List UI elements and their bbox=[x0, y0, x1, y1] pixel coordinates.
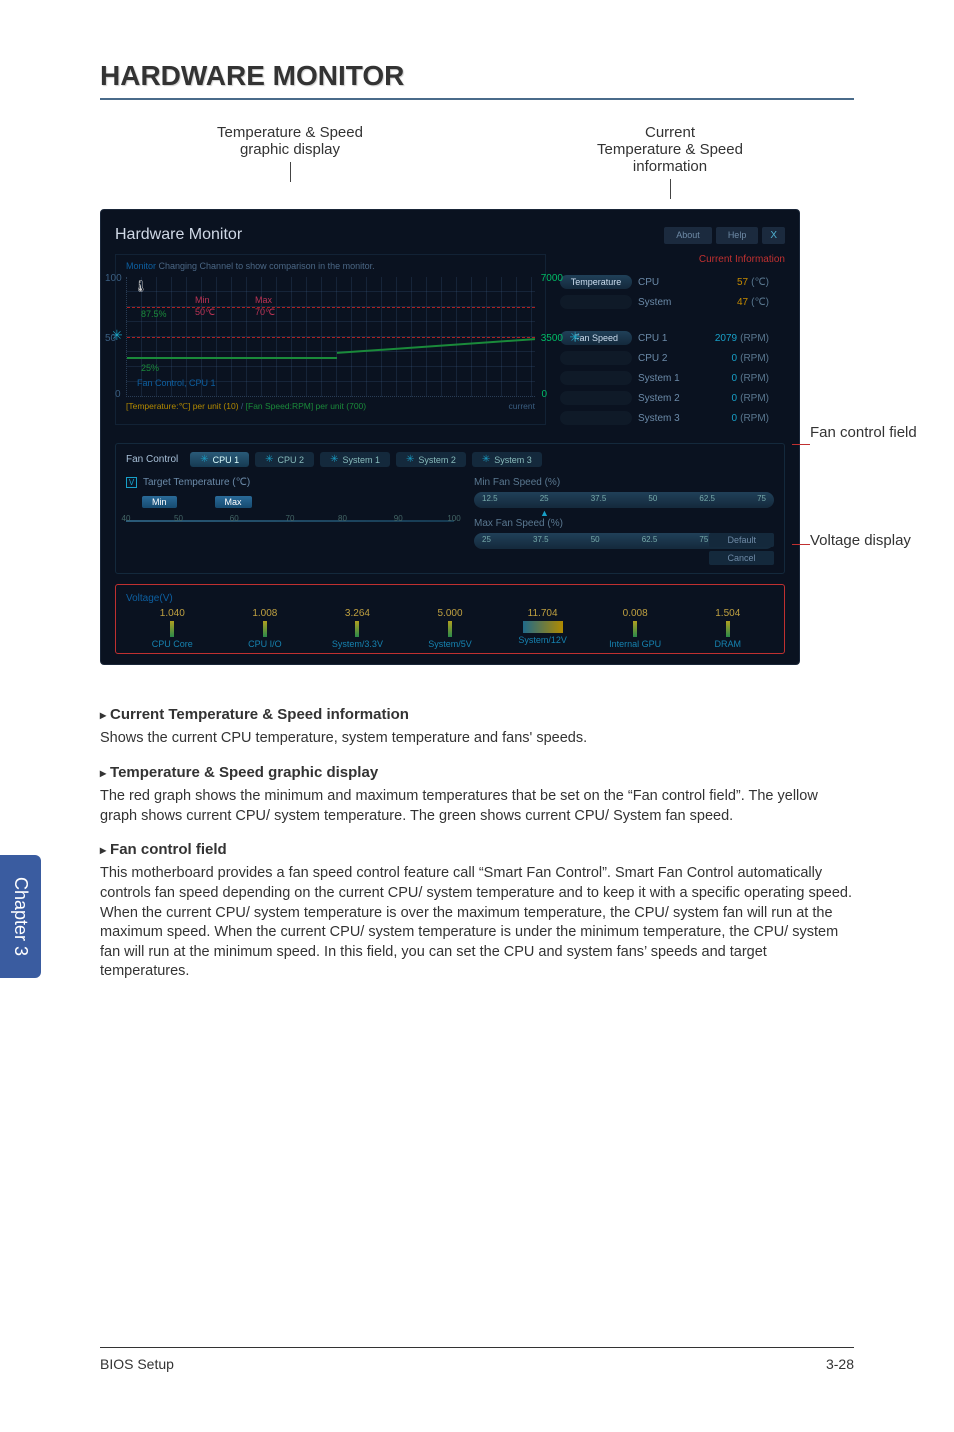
temperature-pill[interactable]: Temperature bbox=[560, 275, 632, 289]
default-button[interactable]: Default bbox=[709, 533, 774, 547]
voltage-panel: Voltage(V) 1.040CPU Core 1.008CPU I/O 3.… bbox=[115, 584, 785, 654]
y-axis-0: 0 bbox=[115, 389, 121, 400]
max-temp: 70℃ bbox=[255, 307, 275, 318]
tab-cpu1[interactable]: ✳CPU 1 bbox=[190, 452, 249, 467]
sys2-fan-value: 0(RPM) bbox=[699, 393, 769, 404]
slider-marker-icon: ▲ bbox=[540, 508, 549, 518]
sys1-fan-value: 0(RPM) bbox=[699, 373, 769, 384]
system-temp-label: System bbox=[638, 297, 693, 308]
fan-icon: ✳ bbox=[200, 454, 208, 465]
r-axis-3500: 3500 bbox=[541, 333, 563, 344]
callout-voltage: Voltage display bbox=[810, 532, 920, 549]
about-button[interactable]: About bbox=[664, 227, 712, 244]
target-temp-label: Target Temperature (℃) bbox=[143, 477, 250, 488]
max-label: Max bbox=[255, 295, 272, 305]
min-fan-speed-slider[interactable]: 12.5 25 37.5 50 62.5 75 ▲ bbox=[474, 492, 774, 508]
fan-icon: ✳ bbox=[265, 454, 273, 465]
pct-875: 87.5% bbox=[141, 309, 167, 319]
legend-temp: [Temperature:℃] per unit (10) bbox=[126, 401, 239, 411]
desc-heading-current: Current Temperature & Speed information bbox=[100, 705, 854, 725]
fan-icon: ✳ bbox=[569, 329, 581, 346]
max-temp-button[interactable]: Max bbox=[215, 496, 252, 508]
current-information-panel: Current Information Temperature CPU 57(℃… bbox=[560, 254, 785, 425]
chapter-tab: Chapter 3 bbox=[0, 855, 41, 978]
cpu-temp-label: CPU bbox=[638, 277, 693, 288]
max-fan-speed-label: Max Fan Speed (%) bbox=[474, 518, 774, 529]
sys3-fan-value: 0(RPM) bbox=[699, 413, 769, 424]
tab-system1[interactable]: ✳System 1 bbox=[320, 452, 390, 467]
legend-sep: / bbox=[239, 401, 246, 411]
footer-page: 3-28 bbox=[826, 1356, 854, 1372]
tab-system2[interactable]: ✳System 2 bbox=[396, 452, 466, 467]
fan-control-label: Fan Control bbox=[126, 454, 178, 465]
desc-heading-fan: Fan control field bbox=[100, 840, 854, 860]
page-footer: BIOS Setup 3-28 bbox=[100, 1347, 854, 1372]
voltage-3v3: 3.264System/3.3V bbox=[311, 608, 404, 649]
voltage-12v: 11.704System/12V bbox=[496, 608, 589, 649]
thermometer-icon: 🌡 bbox=[133, 279, 148, 293]
spacer-pill: . bbox=[560, 371, 632, 385]
min-fan-speed-label: Min Fan Speed (%) bbox=[474, 477, 774, 488]
sys1-fan-label: System 1 bbox=[638, 373, 693, 384]
page-title: HARDWARE MONITOR bbox=[100, 60, 854, 100]
monitor-sub: Changing Channel to show comparison in t… bbox=[156, 261, 375, 271]
desc-text-fan: This motherboard provides a fan speed co… bbox=[100, 864, 854, 981]
desc-text-graphic: The red graph shows the minimum and maxi… bbox=[100, 787, 854, 826]
voltage-cpu-core: 1.040CPU Core bbox=[126, 608, 219, 649]
voltage-dram: 1.504DRAM bbox=[681, 608, 774, 649]
fan-icon: ✳ bbox=[330, 454, 338, 465]
help-button[interactable]: Help bbox=[716, 227, 759, 244]
r-axis-0: 0 bbox=[541, 389, 547, 400]
callout-fan-control: Fan control field bbox=[810, 424, 920, 441]
cancel-button[interactable]: Cancel bbox=[709, 551, 774, 565]
figure: Temperature & Speed graphic display Curr… bbox=[100, 124, 860, 665]
min-temp-button[interactable]: Min bbox=[142, 496, 177, 508]
desc-text-current: Shows the current CPU temperature, syste… bbox=[100, 729, 854, 749]
sys3-fan-label: System 3 bbox=[638, 413, 693, 424]
callout-current-info: Current Temperature & Speed information bbox=[499, 124, 841, 199]
voltage-5v: 5.000System/5V bbox=[404, 608, 497, 649]
desc-heading-graphic: Temperature & Speed graphic display bbox=[100, 763, 854, 783]
cpu1-fan-label: CPU 1 bbox=[638, 333, 693, 344]
current-information-title: Current Information bbox=[560, 254, 785, 265]
sys2-fan-label: System 2 bbox=[638, 393, 693, 404]
system-temp-value: 47(℃) bbox=[699, 297, 769, 308]
spacer-pill: . bbox=[560, 295, 632, 309]
tab-system3[interactable]: ✳System 3 bbox=[472, 452, 542, 467]
fan-icon: ✳ bbox=[406, 454, 414, 465]
hardware-monitor-window: Hardware Monitor About Help X Monitor Ch… bbox=[100, 209, 800, 665]
y-axis-100: 100 bbox=[105, 273, 122, 284]
fan-icon: ✳ bbox=[482, 454, 490, 465]
voltage-igpu: 0.008Internal GPU bbox=[589, 608, 682, 649]
cpu1-fan-value: 2079(RPM) bbox=[699, 333, 769, 344]
spacer-pill: . bbox=[560, 351, 632, 365]
pct-25: 25% bbox=[141, 363, 159, 373]
target-temp-scale[interactable]: 40 50 60 70 80 90 100 bbox=[126, 514, 454, 528]
monitor-label: Monitor bbox=[126, 261, 156, 271]
voltage-cpu-io: 1.008CPU I/O bbox=[219, 608, 312, 649]
legend-fan: [Fan Speed:RPM] per unit (700) bbox=[246, 401, 366, 411]
callout-temp-speed-graphic: Temperature & Speed graphic display bbox=[119, 124, 461, 199]
legend-current: current bbox=[509, 401, 535, 412]
r-axis-7000: 7000 bbox=[541, 273, 563, 284]
tab-cpu2[interactable]: ✳CPU 2 bbox=[255, 452, 314, 467]
min-label: Min bbox=[195, 295, 210, 305]
spacer-pill: . bbox=[560, 391, 632, 405]
window-title: Hardware Monitor bbox=[115, 226, 242, 244]
close-button[interactable]: X bbox=[762, 227, 785, 244]
cpu2-fan-label: CPU 2 bbox=[638, 353, 693, 364]
footer-section: BIOS Setup bbox=[100, 1356, 826, 1372]
fan-control-panel: Fan Control ✳CPU 1 ✳CPU 2 ✳System 1 ✳Sys… bbox=[115, 443, 785, 574]
temperature-speed-graph: Monitor Changing Channel to show compari… bbox=[115, 254, 546, 425]
target-temp-checkbox[interactable]: V bbox=[126, 477, 137, 488]
voltage-header: Voltage(V) bbox=[126, 593, 774, 604]
y-axis-50: 50 bbox=[105, 333, 116, 344]
fan-control-series-label: Fan Control, CPU 1 bbox=[137, 378, 216, 388]
min-temp: 50℃ bbox=[195, 307, 215, 318]
spacer-pill: . bbox=[560, 411, 632, 425]
cpu2-fan-value: 0(RPM) bbox=[699, 353, 769, 364]
cpu-temp-value: 57(℃) bbox=[699, 277, 769, 288]
